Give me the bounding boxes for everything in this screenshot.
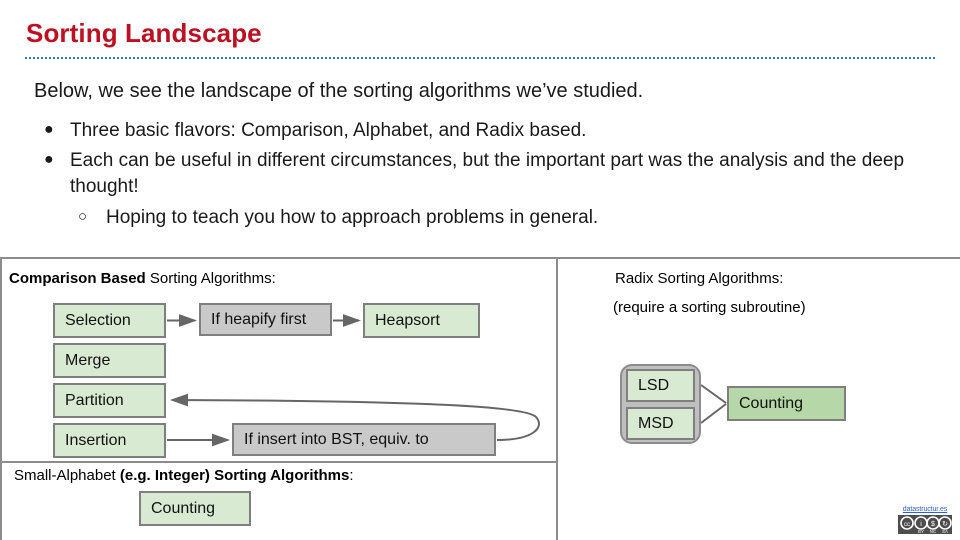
small-alphabet-caption-tail: :: [349, 467, 354, 484]
radix-section-caption-line2: (require a sorting subroutine): [613, 299, 806, 316]
radix-section-caption-line1: Radix Sorting Algorithms:: [615, 270, 784, 287]
node-insertion[interactable]: Insertion: [53, 423, 166, 458]
list-item-text: Each can be useful in different circumst…: [70, 150, 905, 198]
connector-msd-to-counting: [700, 403, 727, 424]
slide: Sorting Landscape Below, we see the land…: [0, 0, 960, 540]
node-merge[interactable]: Merge: [53, 343, 166, 378]
page-title: Sorting Landscape: [26, 18, 262, 48]
comparison-caption-bold: Comparison Based: [9, 270, 146, 287]
attribution: datastructur.es cc i BY $ NC ↻ SA: [893, 506, 957, 534]
svg-text:SA: SA: [942, 529, 948, 534]
comparison-section-caption: Comparison Based Sorting Algorithms:: [9, 270, 276, 287]
list-item-text: Hoping to teach you how to approach prob…: [106, 206, 599, 228]
bullet-marker-icon: ●: [44, 151, 54, 169]
list-item: ● Each can be useful in different circum…: [38, 148, 928, 200]
node-counting-radix[interactable]: Counting: [727, 386, 846, 421]
datastructures-link[interactable]: datastructur.es: [893, 506, 957, 513]
node-if-insert-into-bst[interactable]: If insert into BST, equiv. to: [232, 423, 496, 456]
list-item: ○ Hoping to teach you how to approach pr…: [38, 205, 928, 231]
bullet-marker-hollow-icon: ○: [78, 207, 88, 225]
diagram-column-divider: [556, 257, 558, 540]
creative-commons-badge-icon: cc i BY $ NC ↻ SA: [893, 515, 957, 534]
diagram-row-divider: [0, 461, 558, 463]
svg-text:cc: cc: [904, 522, 910, 528]
diagram-top-border: [0, 257, 960, 259]
sorting-landscape-diagram: Comparison Based Sorting Algorithms: Sma…: [0, 257, 960, 540]
comparison-caption-rest: Sorting Algorithms:: [145, 270, 276, 287]
svg-text:NC: NC: [930, 529, 937, 534]
node-msd[interactable]: MSD: [626, 407, 695, 440]
svg-text:$: $: [931, 521, 935, 528]
node-counting-small-alphabet[interactable]: Counting: [139, 491, 251, 526]
node-partition[interactable]: Partition: [53, 383, 166, 418]
node-lsd[interactable]: LSD: [626, 369, 695, 402]
small-alphabet-caption-bold: (e.g. Integer) Sorting Algorithms: [119, 467, 350, 484]
connector-lsd-to-counting: [700, 384, 727, 404]
lead-paragraph: Below, we see the landscape of the sorti…: [34, 80, 644, 102]
small-alphabet-caption-lead: Small-Alphabet: [14, 467, 120, 484]
bullet-marker-icon: ●: [44, 121, 54, 138]
list-item-text: Three basic flavors: Comparison, Alphabe…: [70, 120, 587, 141]
svg-text:↻: ↻: [942, 521, 948, 528]
node-heapsort[interactable]: Heapsort: [363, 303, 480, 338]
diagram-left-border: [0, 257, 2, 540]
list-item: ● Three basic flavors: Comparison, Alpha…: [38, 118, 928, 144]
bullet-list: ● Three basic flavors: Comparison, Alpha…: [38, 118, 928, 231]
small-alphabet-section-caption: Small-Alphabet (e.g. Integer) Sorting Al…: [14, 467, 354, 484]
node-selection[interactable]: Selection: [53, 303, 166, 338]
title-divider: [25, 57, 935, 59]
node-if-heapify-first[interactable]: If heapify first: [199, 303, 332, 336]
svg-text:BY: BY: [918, 529, 924, 534]
